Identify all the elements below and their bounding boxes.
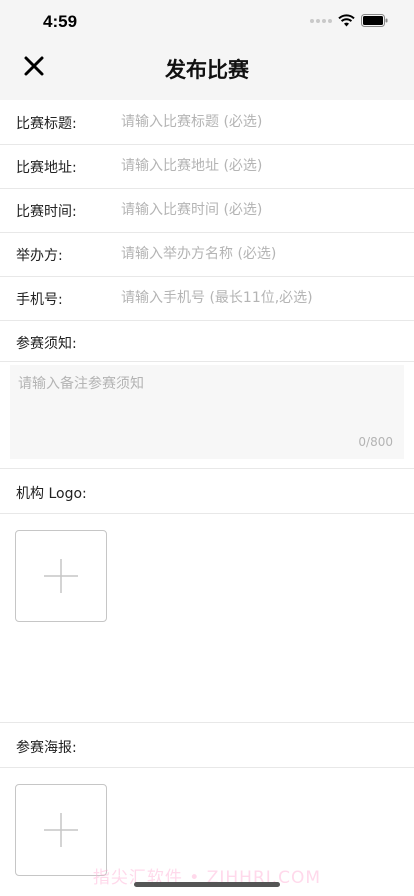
notes-counter: 0/800	[358, 435, 393, 449]
status-icons	[310, 14, 388, 27]
divider	[0, 468, 414, 469]
notes-box: 0/800	[10, 365, 404, 459]
divider	[0, 513, 414, 514]
page-title: 发布比赛	[165, 58, 249, 82]
time-input[interactable]	[121, 195, 401, 225]
plus-icon	[44, 559, 78, 593]
address-row: 比赛地址:	[0, 144, 414, 188]
address-label: 比赛地址:	[16, 160, 77, 176]
nav-bar: 发布比赛	[0, 44, 414, 100]
divider	[0, 320, 414, 321]
divider	[0, 722, 414, 723]
phone-label: 手机号:	[16, 292, 63, 308]
phone-input[interactable]	[121, 283, 401, 313]
organizer-row: 举办方:	[0, 232, 414, 276]
divider	[0, 767, 414, 768]
signal-icon	[310, 18, 332, 23]
poster-label: 参赛海报:	[16, 740, 77, 756]
logo-upload-button[interactable]	[15, 530, 107, 622]
battery-icon	[361, 14, 388, 27]
title-input[interactable]	[121, 107, 401, 137]
address-input[interactable]	[121, 151, 401, 181]
status-time: 4:59	[43, 12, 78, 31]
notes-label: 参赛须知:	[16, 336, 77, 352]
notes-textarea[interactable]	[18, 373, 388, 433]
time-row: 比赛时间:	[0, 188, 414, 232]
status-bar: 4:59	[0, 0, 414, 44]
title-label: 比赛标题:	[16, 116, 77, 132]
plus-icon	[44, 813, 78, 847]
organizer-input[interactable]	[121, 239, 401, 269]
wifi-icon	[338, 14, 355, 27]
title-row: 比赛标题:	[0, 100, 414, 144]
time-label: 比赛时间:	[16, 204, 77, 220]
divider	[0, 361, 414, 362]
phone-row: 手机号:	[0, 276, 414, 320]
logo-label: 机构 Logo:	[16, 486, 87, 502]
home-indicator	[134, 882, 280, 887]
organizer-label: 举办方:	[16, 248, 63, 264]
